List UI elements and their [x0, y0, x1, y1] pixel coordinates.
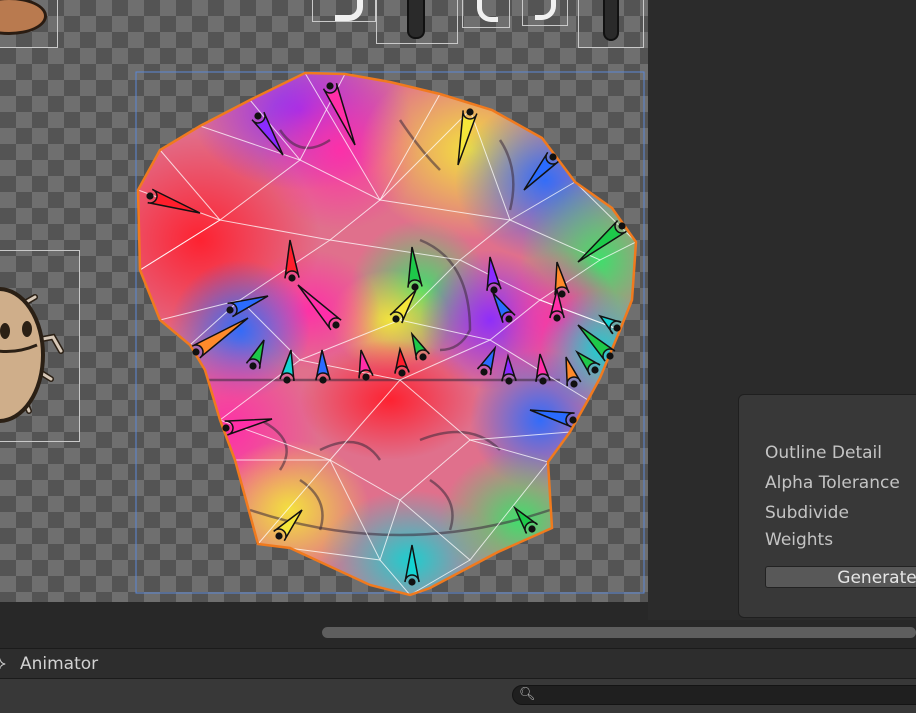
- sprite-editor-viewport[interactable]: [0, 0, 648, 602]
- animator-icon: ⟡: [0, 653, 6, 674]
- generate-button[interactable]: Generate: [765, 566, 916, 588]
- skinned-sprite-mesh[interactable]: [0, 0, 648, 602]
- alpha-tolerance-label: Alpha Tolerance: [765, 473, 900, 493]
- subdivide-label: Subdivide: [765, 503, 849, 523]
- animator-toolbar: 🔍︎: [0, 678, 916, 713]
- search-icon: 🔍︎: [519, 687, 536, 702]
- outline-detail-label: Outline Detail: [765, 443, 882, 463]
- horizontal-scrollbar[interactable]: [0, 620, 916, 644]
- animator-tab-bar: ⟡ Animator: [0, 648, 916, 679]
- geometry-panel: Outline Detail Alpha Tolerance Subdivide…: [738, 394, 916, 618]
- weights-label: Weights: [765, 530, 834, 550]
- scrollbar-thumb[interactable]: [322, 627, 916, 638]
- search-field[interactable]: 🔍︎: [512, 685, 916, 706]
- search-input[interactable]: [535, 686, 916, 706]
- tab-animator[interactable]: Animator: [20, 654, 98, 674]
